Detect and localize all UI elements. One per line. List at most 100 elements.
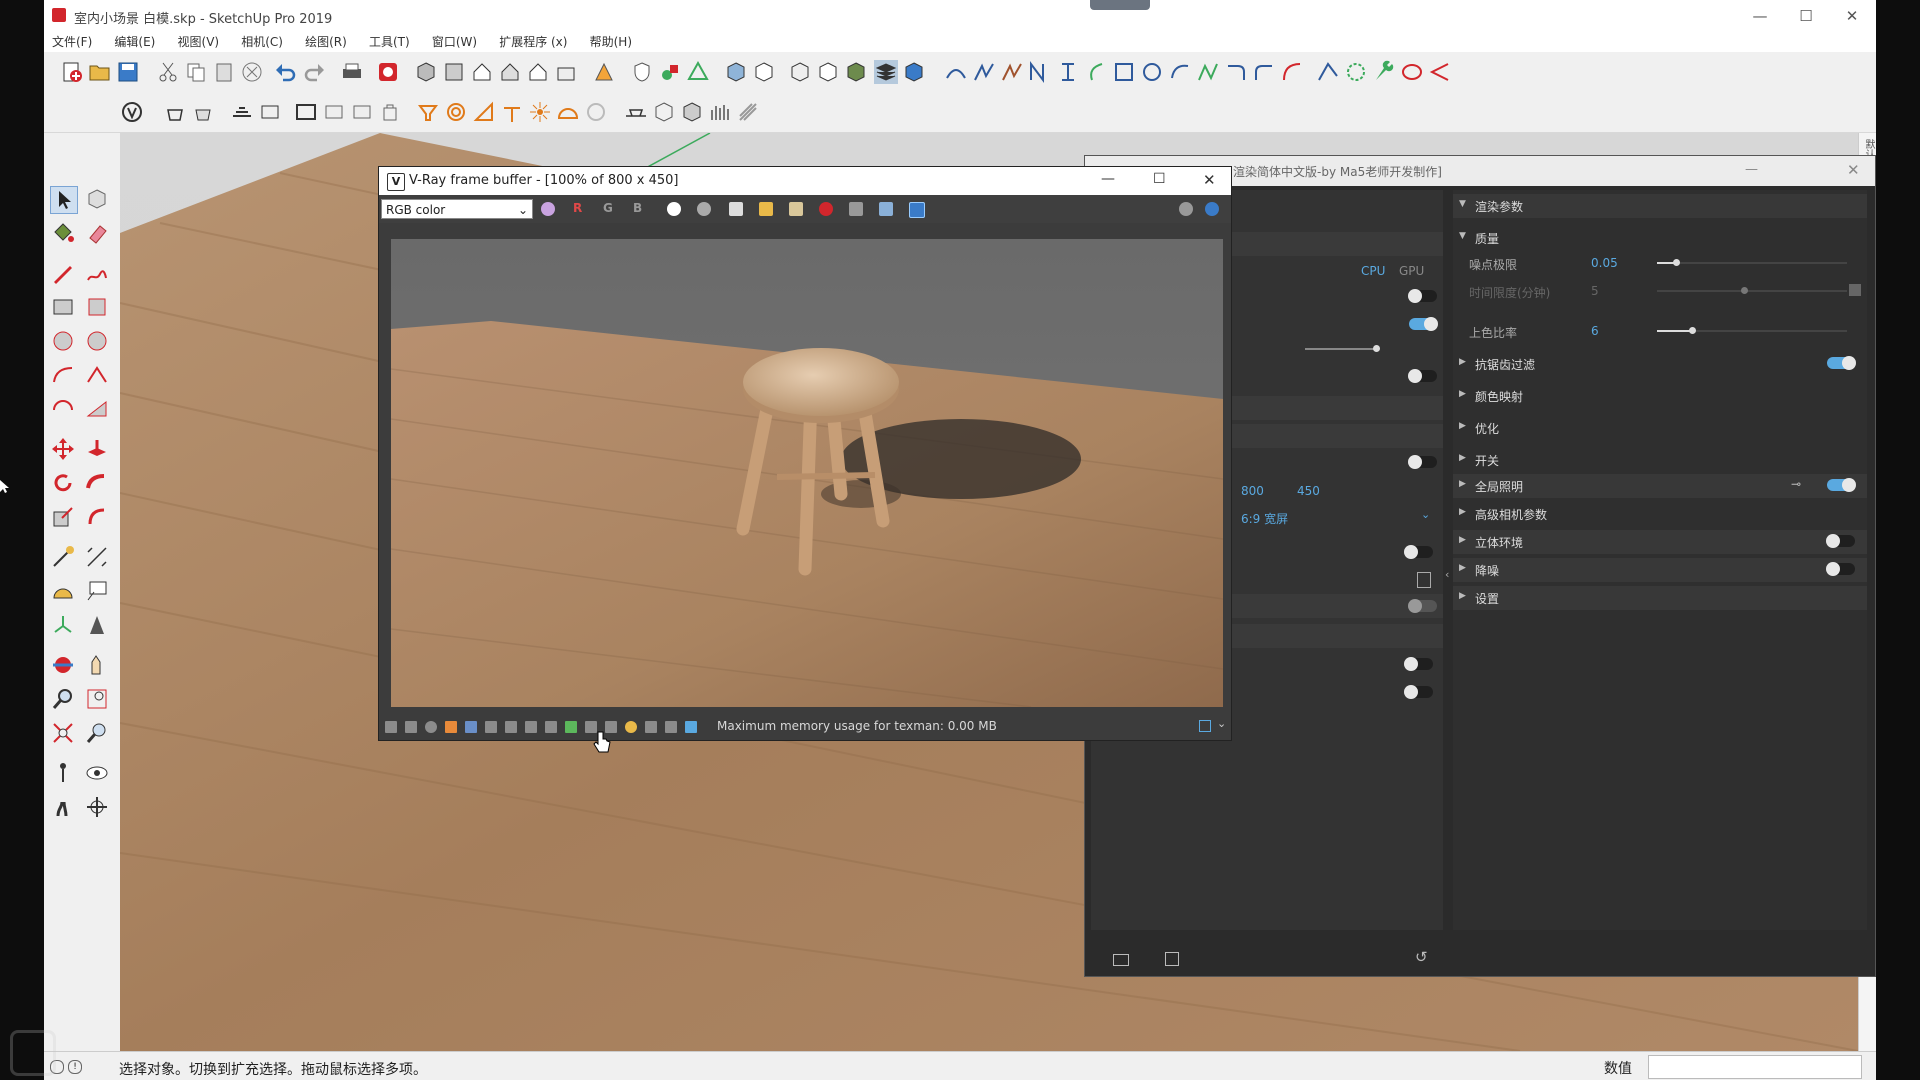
- xray-style-icon[interactable]: [724, 60, 748, 84]
- toggle-row-b[interactable]: [1409, 317, 1438, 331]
- toggle-row-h[interactable]: [1404, 685, 1433, 699]
- spline-icon[interactable]: [1000, 60, 1024, 84]
- clipboard-icon[interactable]: [789, 202, 803, 216]
- vfb-minimize-button[interactable]: —: [1101, 171, 1115, 187]
- sphere-light-icon[interactable]: [322, 100, 346, 124]
- ies-light-icon[interactable]: [378, 100, 402, 124]
- arc-tool-2-icon[interactable]: [84, 362, 110, 388]
- sphere-disabled-icon[interactable]: [584, 100, 608, 124]
- section-color-mapping[interactable]: ▶ 颜色映射: [1453, 384, 1867, 408]
- zoom-extents-icon[interactable]: [50, 720, 76, 746]
- rendered-image[interactable]: [391, 239, 1223, 707]
- menu-draw[interactable]: 绘图(R): [297, 32, 357, 52]
- sun-icon[interactable]: [528, 100, 552, 124]
- pie-tool-icon[interactable]: [84, 396, 110, 422]
- section-stereo[interactable]: ▶ 立体环境: [1453, 530, 1867, 554]
- toggle-global-illumination[interactable]: [1827, 478, 1856, 492]
- left-view-icon[interactable]: [554, 60, 578, 84]
- close-button[interactable]: ✕: [1832, 4, 1872, 28]
- walk-icon[interactable]: [50, 794, 76, 820]
- spot-light-icon[interactable]: [350, 100, 374, 124]
- lut-icon[interactable]: [565, 721, 577, 733]
- param-time-limit[interactable]: 时间限度(分钟) 5: [1453, 280, 1867, 304]
- section-settings[interactable]: ▶ 设置: [1453, 586, 1867, 610]
- previous-view-icon[interactable]: [84, 720, 110, 746]
- arc-tool-3-icon[interactable]: [50, 396, 76, 422]
- back-view-icon[interactable]: [526, 60, 550, 84]
- iso-view-icon[interactable]: [414, 60, 438, 84]
- proxy-icon[interactable]: [652, 100, 676, 124]
- tape-measure-icon[interactable]: [50, 544, 76, 570]
- section-denoiser[interactable]: ▶ 降噪: [1453, 558, 1867, 582]
- aspect-chevron-down-icon[interactable]: ⌄: [1421, 508, 1430, 521]
- select-arrow-icon[interactable]: [50, 186, 78, 214]
- polygon-icon[interactable]: [1344, 60, 1368, 84]
- middle-slider[interactable]: [1305, 345, 1380, 352]
- circle-tool-icon[interactable]: [50, 328, 76, 354]
- cut-icon[interactable]: [156, 60, 180, 84]
- toggle-row-c[interactable]: [1408, 369, 1437, 383]
- layers-icon[interactable]: [874, 60, 898, 84]
- push-pull-icon[interactable]: [84, 436, 110, 462]
- toggle-row-f[interactable]: [1408, 599, 1437, 613]
- axes-icon[interactable]: [50, 612, 76, 638]
- resolution-width-value[interactable]: 800: [1241, 484, 1264, 498]
- vray-logo-icon[interactable]: [120, 100, 144, 124]
- toggle-row-g[interactable]: [1404, 657, 1433, 671]
- channel-r-button[interactable]: R: [573, 201, 582, 215]
- shaded-style-icon[interactable]: [816, 60, 840, 84]
- open-folder-icon[interactable]: [88, 60, 112, 84]
- shield-icon[interactable]: [630, 60, 654, 84]
- levels-icon[interactable]: [505, 721, 517, 733]
- menu-file[interactable]: 文件(F): [44, 32, 102, 52]
- dimension-icon[interactable]: [84, 544, 110, 570]
- section-global-illumination[interactable]: ▶ 全局照明 ⊸: [1453, 474, 1867, 498]
- region-render-icon[interactable]: [879, 202, 893, 216]
- settings-minimize-button[interactable]: —: [1745, 162, 1765, 177]
- pan-icon[interactable]: [84, 652, 110, 678]
- resolution-height-value[interactable]: 450: [1297, 484, 1320, 498]
- scatter-icon[interactable]: [736, 100, 760, 124]
- scale-icon[interactable]: [50, 504, 76, 530]
- color-channels-icon[interactable]: [541, 202, 555, 216]
- stop-render-icon[interactable]: [1179, 202, 1193, 216]
- polyline-icon[interactable]: [1056, 60, 1080, 84]
- save-settings-icon[interactable]: [1165, 952, 1179, 966]
- exposure-icon[interactable]: [425, 721, 437, 733]
- right-view-icon[interactable]: [498, 60, 522, 84]
- curve-correction-icon[interactable]: [525, 721, 537, 733]
- section-plane-icon[interactable]: [592, 60, 616, 84]
- file-icon[interactable]: [1417, 572, 1431, 588]
- warehouse-icon[interactable]: [686, 60, 710, 84]
- menu-extensions[interactable]: 扩展程序 (x): [491, 32, 577, 52]
- offset-icon[interactable]: [84, 504, 110, 530]
- compare-icon[interactable]: [645, 721, 657, 733]
- toggle-row-a[interactable]: [1408, 289, 1437, 303]
- section-antialias[interactable]: ▶ 抗锯齿过滤: [1453, 352, 1867, 376]
- rect-light-icon[interactable]: [294, 100, 318, 124]
- freehand-icon[interactable]: [972, 60, 996, 84]
- omni-light-icon[interactable]: [416, 100, 440, 124]
- freehand-tool-icon[interactable]: [84, 260, 110, 286]
- color-balance-icon[interactable]: [485, 721, 497, 733]
- collapse-arrow-icon[interactable]: ‹: [1445, 568, 1449, 581]
- round-corner-icon[interactable]: [1252, 60, 1276, 84]
- engine-gpu-label[interactable]: GPU: [1399, 264, 1424, 278]
- minimize-button[interactable]: —: [1740, 4, 1780, 28]
- curve-icon[interactable]: [1084, 60, 1108, 84]
- open-settings-folder-icon[interactable]: [1113, 954, 1129, 966]
- eraser-icon[interactable]: [84, 220, 110, 246]
- protractor-icon[interactable]: [50, 578, 76, 604]
- mesh-export-icon[interactable]: [680, 100, 704, 124]
- wireframe-style-icon[interactable]: [752, 60, 776, 84]
- layers-panel-icon[interactable]: [405, 721, 417, 733]
- line-path-icon[interactable]: [1316, 60, 1340, 84]
- channel-select[interactable]: RGB color ⌄: [381, 199, 533, 219]
- make-component-icon[interactable]: [84, 186, 110, 212]
- follow-me-icon[interactable]: [84, 470, 110, 496]
- hidden-line-style-icon[interactable]: [788, 60, 812, 84]
- teapot-render-icon[interactable]: [164, 100, 188, 124]
- fillet-icon[interactable]: [1224, 60, 1248, 84]
- aspect-ratio-select[interactable]: 6:9 宽屏: [1241, 510, 1288, 527]
- menu-edit[interactable]: 编辑(E): [106, 32, 165, 52]
